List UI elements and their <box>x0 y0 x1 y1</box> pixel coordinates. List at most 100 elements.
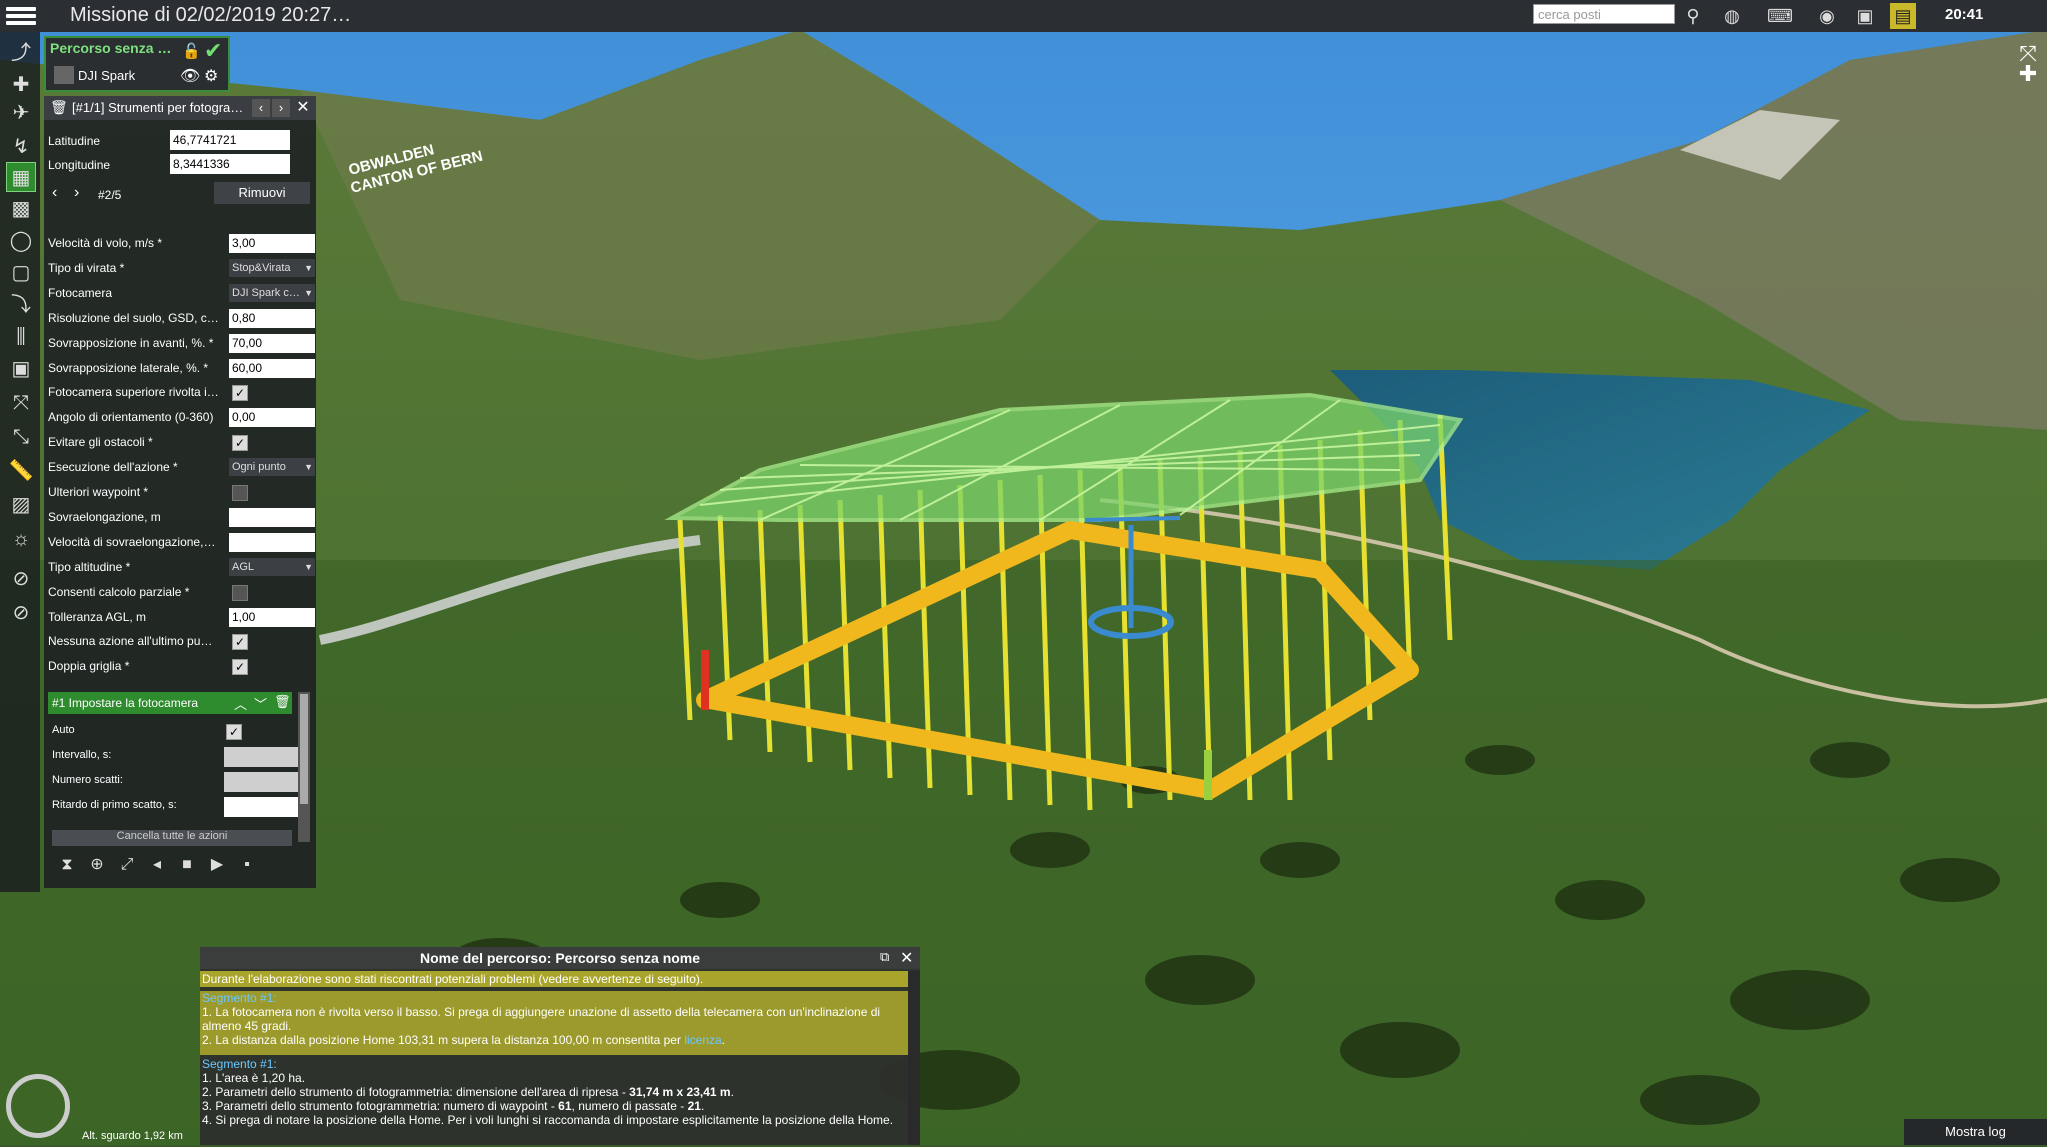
param-label: Sovrapposizione laterale, %. * <box>48 360 209 375</box>
spiral-tool-icon[interactable]: ▣ <box>6 354 36 384</box>
facade-tool-icon[interactable]: ⫼ <box>6 322 36 352</box>
panel-title: [#1/1] Strumenti per fotogra… <box>72 100 244 115</box>
latitude-field[interactable]: 46,7741721 <box>170 130 290 150</box>
prev-point-icon[interactable]: ‹ <box>52 184 57 202</box>
route-tool-icon[interactable]: ⤴ <box>6 38 36 68</box>
confirm-icon[interactable]: ✔ <box>204 38 222 64</box>
show-log-button[interactable]: Mostra log <box>1904 1119 2047 1145</box>
latitude-label: Latitudine <box>48 134 101 148</box>
photogrammetry-tool-icon[interactable]: ▦ <box>6 162 36 192</box>
param-label: Fotocamera <box>48 285 113 300</box>
param-field[interactable]: 60,00 <box>229 358 315 378</box>
keyboard-icon[interactable]: ⌨ <box>1756 3 1804 29</box>
license-link[interactable]: licenza <box>684 1033 721 1047</box>
transform-tool-icon[interactable]: ⤡ <box>6 422 36 452</box>
info-line: 4. Si prega di notare la posizione della… <box>202 1113 894 1127</box>
param-select[interactable]: Stop&Virata <box>229 258 315 277</box>
copy-icon[interactable]: ⧉ <box>880 949 889 965</box>
remove-button[interactable]: Rimuovi <box>214 182 310 204</box>
corridor-tool-icon[interactable]: ⤧ <box>6 388 36 418</box>
action-param-field[interactable] <box>224 747 300 767</box>
globe-icon[interactable]: ◍ <box>1719 3 1745 29</box>
add-icon[interactable]: ✚ <box>6 70 36 100</box>
param-select[interactable]: DJI Spark c… <box>229 283 315 302</box>
action-scroll-thumb[interactable] <box>300 694 308 804</box>
adsb-icon[interactable]: ◉ <box>1814 3 1840 29</box>
ruler-icon[interactable]: 📏 <box>6 456 36 486</box>
photo-icon[interactable]: ■ <box>172 856 202 874</box>
param-label: Angolo di orientamento (0-360) <box>48 410 214 425</box>
video-start-icon[interactable]: ▶ <box>202 854 232 874</box>
restricted-icon[interactable]: ⊘ <box>6 598 36 628</box>
window-title: Missione di 02/02/2019 20:27… <box>70 4 352 26</box>
settings-icon[interactable]: ⚙ <box>204 66 218 86</box>
param-checkbox[interactable]: ✓ <box>232 385 248 402</box>
trash-icon[interactable]: 🗑 <box>50 99 68 116</box>
prev-icon[interactable]: ‹ <box>252 99 270 117</box>
hourglass-icon[interactable]: ⧗ <box>52 856 82 874</box>
drone-yaw-icon[interactable]: ◂ <box>142 854 172 874</box>
close-icon[interactable]: ✕ <box>294 99 312 117</box>
video-stop-icon[interactable]: ▪ <box>232 856 262 874</box>
left-toolbar: ⤴ ✚ ✈ ↯ ▦ ▩ ◯ ▢ ⤵ ⫼ ▣ ⤧ ⤡ 📏 ▨ ☼ ⊘ ⊘ <box>0 32 40 892</box>
zoom-in-icon[interactable]: ✚ <box>2014 60 2042 88</box>
param-field[interactable]: 3,00 <box>229 234 315 253</box>
param-field[interactable]: 70,00 <box>229 333 315 353</box>
eye-icon[interactable]: 👁 <box>180 66 200 86</box>
action-param-field[interactable] <box>224 772 300 792</box>
param-row: Consenti calcolo parziale * <box>48 581 312 603</box>
landing-icon[interactable]: ⤵ <box>6 290 36 320</box>
action-param-field[interactable] <box>224 797 300 817</box>
gimbal-icon[interactable]: ⤢ <box>112 856 142 874</box>
compass-icon[interactable] <box>6 1074 70 1138</box>
camera-feed-icon[interactable]: ▣ <box>1852 3 1878 29</box>
move-up-icon[interactable]: ︿ <box>234 694 247 713</box>
search-icon[interactable]: ⚲ <box>1680 3 1706 29</box>
layers-icon[interactable]: ▨ <box>6 490 36 520</box>
unlock-icon[interactable]: 🔓 <box>182 42 201 60</box>
delete-action-icon[interactable]: 🗑 <box>274 694 291 710</box>
param-checkbox[interactable] <box>232 584 248 601</box>
param-row: Ulteriori waypoint * <box>48 481 312 503</box>
circle-tool-icon[interactable]: ◯ <box>6 226 36 256</box>
next-point-icon[interactable]: › <box>74 184 79 202</box>
move-down-icon[interactable]: ﹀ <box>254 694 267 713</box>
longitude-field[interactable]: 8,3441336 <box>170 154 290 174</box>
takeoff-icon[interactable]: ✈ <box>6 98 36 128</box>
info-line: 1. L'area è 1,20 ha. <box>202 1071 306 1085</box>
param-select[interactable]: Ogni punto <box>229 458 315 477</box>
route-name: Percorso senza … <box>50 40 172 56</box>
close-messages-icon[interactable]: ✕ <box>900 948 913 968</box>
auto-checkbox[interactable]: ✓ <box>226 724 242 740</box>
param-row: Tipo altitudine * AGL <box>48 556 315 578</box>
cancel-all-actions-button[interactable]: Cancella tutte le azioni <box>52 830 292 846</box>
param-field[interactable]: 1,00 <box>229 607 315 627</box>
param-field[interactable]: 0,80 <box>229 308 315 328</box>
param-checkbox[interactable]: ✓ <box>232 435 248 452</box>
segment-title: Segmento #1: <box>202 991 277 1005</box>
menu-icon[interactable] <box>6 4 36 28</box>
param-checkbox[interactable]: ✓ <box>232 659 248 676</box>
messages-scrollbar[interactable] <box>908 971 920 1145</box>
info-line: 3. Parametri dello strumento fotogrammet… <box>202 1099 705 1113</box>
param-label: Fotocamera superiore rivolta i… <box>48 385 219 400</box>
next-icon[interactable]: › <box>272 99 290 117</box>
param-label: Esecuzione dell'azione * <box>48 460 178 475</box>
grid-tool-icon[interactable]: ▩ <box>6 194 36 224</box>
rectangle-tool-icon[interactable]: ▢ <box>6 258 36 288</box>
param-checkbox[interactable]: ✓ <box>232 634 248 651</box>
route-header[interactable]: Percorso senza … DJI Spark 🔓 ✔ 👁 ⚙ <box>44 36 230 92</box>
param-field[interactable]: 0,00 <box>229 408 315 428</box>
param-checkbox[interactable] <box>232 485 248 501</box>
waypoint-path-icon[interactable]: ↯ <box>6 132 36 162</box>
action-header[interactable]: #1 Impostare la fotocamera ︿ ﹀ 🗑 <box>48 692 292 714</box>
camera-pitch-icon[interactable]: ⊕ <box>82 854 112 874</box>
no-fly-icon[interactable]: ⊘ <box>6 564 36 594</box>
search-input[interactable]: cerca posti <box>1533 4 1675 24</box>
sun-icon[interactable]: ☼ <box>6 524 36 554</box>
param-field[interactable] <box>229 532 315 552</box>
param-field[interactable] <box>229 507 315 527</box>
notes-icon[interactable]: ▤ <box>1890 3 1916 29</box>
param-select[interactable]: AGL <box>229 557 315 576</box>
action-param-row: Ritardo di primo scatto, s: <box>52 795 300 817</box>
